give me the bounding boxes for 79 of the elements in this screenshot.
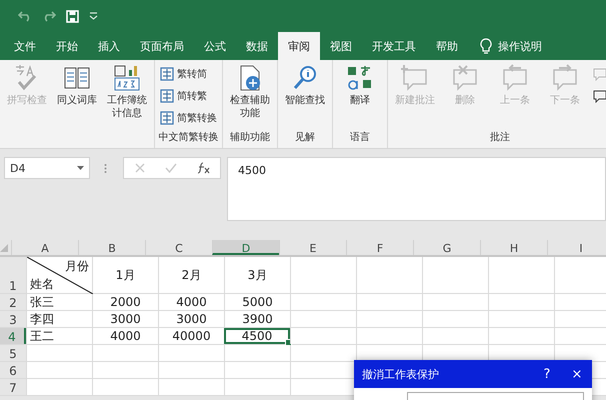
table-cell: 张三 [26,294,92,310]
dropdown-icon [77,166,84,170]
close-button[interactable]: × [562,366,592,382]
ribbon-button[interactable]: 翻译 [336,64,384,107]
table-cell: 4000 [92,328,158,344]
ribbon-tab[interactable]: 插入 [88,32,130,60]
redo-icon[interactable] [42,10,56,22]
function-icon[interactable] [196,162,210,174]
group-label: 中文简繁转换 [158,132,218,143]
column-header[interactable]: G [413,240,480,255]
table-cell: 3月 [224,257,290,293]
name-box[interactable]: D4 [4,157,90,179]
table-cell: 3000 [92,311,158,327]
ribbon-tab[interactable]: 文件 [4,32,46,60]
column-header[interactable]: B [78,240,145,255]
comment-icon [593,89,606,103]
comment-icon [593,67,606,81]
table-cell: 2000 [92,294,158,310]
table-cell: 3000 [158,311,224,327]
table-cell: 李四 [26,311,92,327]
group-label: 批注 [490,132,510,143]
help-button[interactable]: ? [532,366,562,382]
row-header[interactable]: 2 [0,294,26,310]
table-cell: 3900 [224,311,290,327]
formula-input[interactable]: 4500 [227,157,606,221]
ribbon-tab[interactable]: 数据 [236,32,278,60]
dialog-title: 撤消工作表保护 [362,366,440,382]
ribbon-tab[interactable]: 帮助 [426,32,468,60]
row-header[interactable]: 3 [0,311,26,327]
ribbon-button[interactable]: 智能查找 [281,64,329,107]
ribbon-tab[interactable]: 开始 [46,32,88,60]
row-header[interactable]: 4 [0,328,26,344]
ribbon-tab[interactable]: 页面布局 [130,32,194,60]
ribbon-small-button[interactable]: 简转繁 [158,86,219,106]
comment-delete-icon [451,64,479,92]
ribbon-small-button[interactable]: 繁转简 [158,64,219,84]
save-icon[interactable] [66,10,79,22]
lightbulb-icon[interactable] [480,38,492,54]
comment-plus-icon [401,64,429,92]
statistics-icon [113,64,141,92]
table-cell: 王二 [26,328,92,344]
table-cell: 1月 [92,257,158,293]
row-header[interactable]: 6 [0,362,26,378]
drag-handle-icon[interactable] [104,163,107,174]
table-cell: 4000 [158,294,224,310]
group-label: 见解 [295,132,315,143]
column-header[interactable]: D [212,240,279,255]
ribbon-tab[interactable]: 审阅 [278,32,320,60]
table-cell: 4500 [224,328,290,344]
undo-icon[interactable] [18,10,32,22]
comment-back-icon [501,64,529,92]
group-label: 辅助功能 [230,132,270,143]
ribbon-button[interactable]: 检查辅助功能 [226,64,274,120]
ribbon-tab[interactable]: 开发工具 [362,32,426,60]
group-label: 语言 [350,132,370,143]
row-header[interactable]: 7 [0,379,26,395]
table-cell: 40000 [158,328,224,344]
comment-forward-icon [551,64,579,92]
column-header[interactable]: E [279,240,346,255]
cancel-icon[interactable] [134,162,146,174]
customize-dropdown-icon[interactable] [89,12,98,20]
ribbon-small-button[interactable]: 简繁转换 [158,108,219,128]
translate-icon [346,64,374,92]
diagonal-header-cell: 月份 姓名 [26,257,92,293]
row-header[interactable]: 1 [0,257,26,293]
magnifier-icon [291,64,319,92]
table-cell: 5000 [224,294,290,310]
column-header[interactable]: H [480,240,547,255]
table-cell: 2月 [158,257,224,293]
tell-me-search[interactable]: 操作说明 [498,38,542,54]
column-header[interactable]: F [346,240,413,255]
checkmark-icon[interactable] [164,162,177,174]
ribbon-button[interactable]: 工作簿统计信息 [103,64,151,120]
row-header[interactable]: 5 [0,345,26,361]
ribbon-tab[interactable]: 公式 [194,32,236,60]
column-header[interactable]: A [11,240,78,255]
column-header[interactable]: I [547,240,606,255]
ribbon-tab[interactable]: 视图 [320,32,362,60]
ribbon-button[interactable]: 同义词库 [53,64,101,107]
